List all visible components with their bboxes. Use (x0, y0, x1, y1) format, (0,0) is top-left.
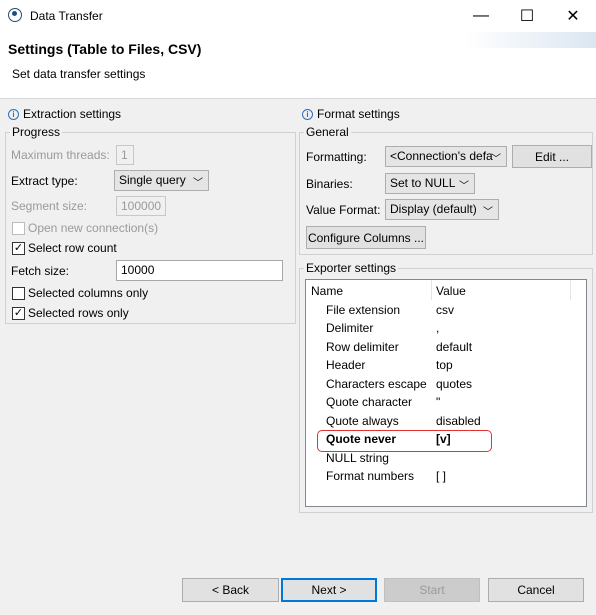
table-row-value[interactable]: " (436, 395, 440, 409)
table-row-name[interactable]: Format numbers (326, 469, 414, 483)
extraction-settings-title: Extraction settings (23, 107, 122, 121)
formatting-value: <Connection's defa (390, 149, 493, 163)
back-button[interactable]: < Back (182, 578, 279, 602)
extract-type-label: Extract type: (11, 174, 78, 188)
table-row-name[interactable]: File extension (326, 303, 400, 317)
maximize-icon[interactable]: ☐ (504, 0, 550, 32)
selected-rows-only-checkbox[interactable]: ✓ (12, 307, 25, 320)
value-format-select[interactable]: Display (default) ﹀ (385, 199, 499, 220)
table-row-value[interactable]: quotes (436, 377, 472, 391)
fetch-size-input[interactable]: 10000 (116, 260, 283, 281)
value-format-value: Display (default) (390, 202, 477, 216)
chevron-down-icon: ﹀ (193, 178, 203, 189)
table-row-value[interactable]: , (436, 321, 439, 335)
open-new-connections-checkbox[interactable] (12, 222, 25, 235)
info-icon: i (8, 109, 19, 120)
minimize-icon[interactable]: — (458, 0, 504, 32)
table-row-name[interactable]: NULL string (326, 451, 389, 465)
extract-type-value: Single query (119, 173, 186, 187)
value-format-label: Value Format: (306, 203, 381, 217)
table-row-name[interactable]: Characters escape (326, 377, 427, 391)
table-row-name[interactable]: Delimiter (326, 321, 373, 335)
format-settings-title: Format settings (317, 107, 400, 121)
window-title: Data Transfer (30, 9, 103, 23)
formatting-select[interactable]: <Connection's defa ﹀ (385, 146, 507, 167)
configure-columns-button[interactable]: Configure Columns ... (306, 226, 426, 249)
column-header-value[interactable]: Value (436, 284, 466, 298)
table-row-name[interactable]: Header (326, 358, 365, 372)
selected-rows-only-label: Selected rows only (28, 306, 129, 320)
progress-group-label: Progress (10, 125, 63, 139)
table-row-value[interactable]: [ ] (436, 469, 446, 483)
open-new-connections-label: Open new connection(s) (28, 221, 159, 235)
segment-size-label: Segment size: (11, 199, 88, 213)
table-row-value[interactable]: top (436, 358, 453, 372)
app-icon (8, 8, 22, 22)
column-separator (431, 280, 432, 300)
table-row-name[interactable]: Quote character (326, 395, 412, 409)
formatting-label: Formatting: (306, 150, 367, 164)
max-threads-input[interactable]: 1 (116, 145, 134, 165)
segment-size-input[interactable]: 100000 (116, 196, 166, 216)
table-row-value[interactable]: csv (436, 303, 454, 317)
info-icon: i (302, 109, 313, 120)
binaries-value: Set to NULL (390, 176, 456, 190)
exporter-properties-table[interactable]: Name Value File extension csv Delimiter … (305, 279, 587, 507)
exporter-settings-label: Exporter settings (304, 261, 399, 275)
table-row-value[interactable]: disabled (436, 414, 481, 428)
start-button[interactable]: Start (384, 578, 480, 602)
table-row-name[interactable]: Quote always (326, 414, 399, 428)
highlight-annotation (317, 430, 492, 452)
select-row-count-checkbox[interactable]: ✓ (12, 242, 25, 255)
title-bar: Data Transfer — ☐ ✕ (0, 0, 596, 32)
selected-columns-only-checkbox[interactable] (12, 287, 25, 300)
binaries-label: Binaries: (306, 177, 353, 191)
chevron-down-icon: ﹀ (483, 207, 493, 218)
chevron-down-icon: ﹀ (491, 154, 501, 165)
page-title: Settings (Table to Files, CSV) (8, 41, 202, 57)
fetch-size-label: Fetch size: (11, 264, 70, 278)
binaries-select[interactable]: Set to NULL ﹀ (385, 173, 475, 194)
select-row-count-label: Select row count (28, 241, 117, 255)
max-threads-label: Maximum threads: (11, 148, 110, 162)
selected-columns-only-label: Selected columns only (28, 286, 149, 300)
edit-formatting-button[interactable]: Edit ... (512, 145, 592, 168)
column-separator (570, 280, 571, 300)
table-row-name[interactable]: Row delimiter (326, 340, 399, 354)
next-button[interactable]: Next > (281, 578, 377, 602)
cancel-button[interactable]: Cancel (488, 578, 584, 602)
close-icon[interactable]: ✕ (550, 0, 596, 32)
table-row-value[interactable]: default (436, 340, 472, 354)
general-group-label: General (304, 125, 351, 139)
chevron-down-icon: ﹀ (459, 181, 469, 192)
column-header-name[interactable]: Name (311, 284, 343, 298)
page-subtitle: Set data transfer settings (12, 67, 146, 81)
extract-type-select[interactable]: Single query ﹀ (114, 170, 209, 191)
header-decoration (466, 32, 596, 48)
